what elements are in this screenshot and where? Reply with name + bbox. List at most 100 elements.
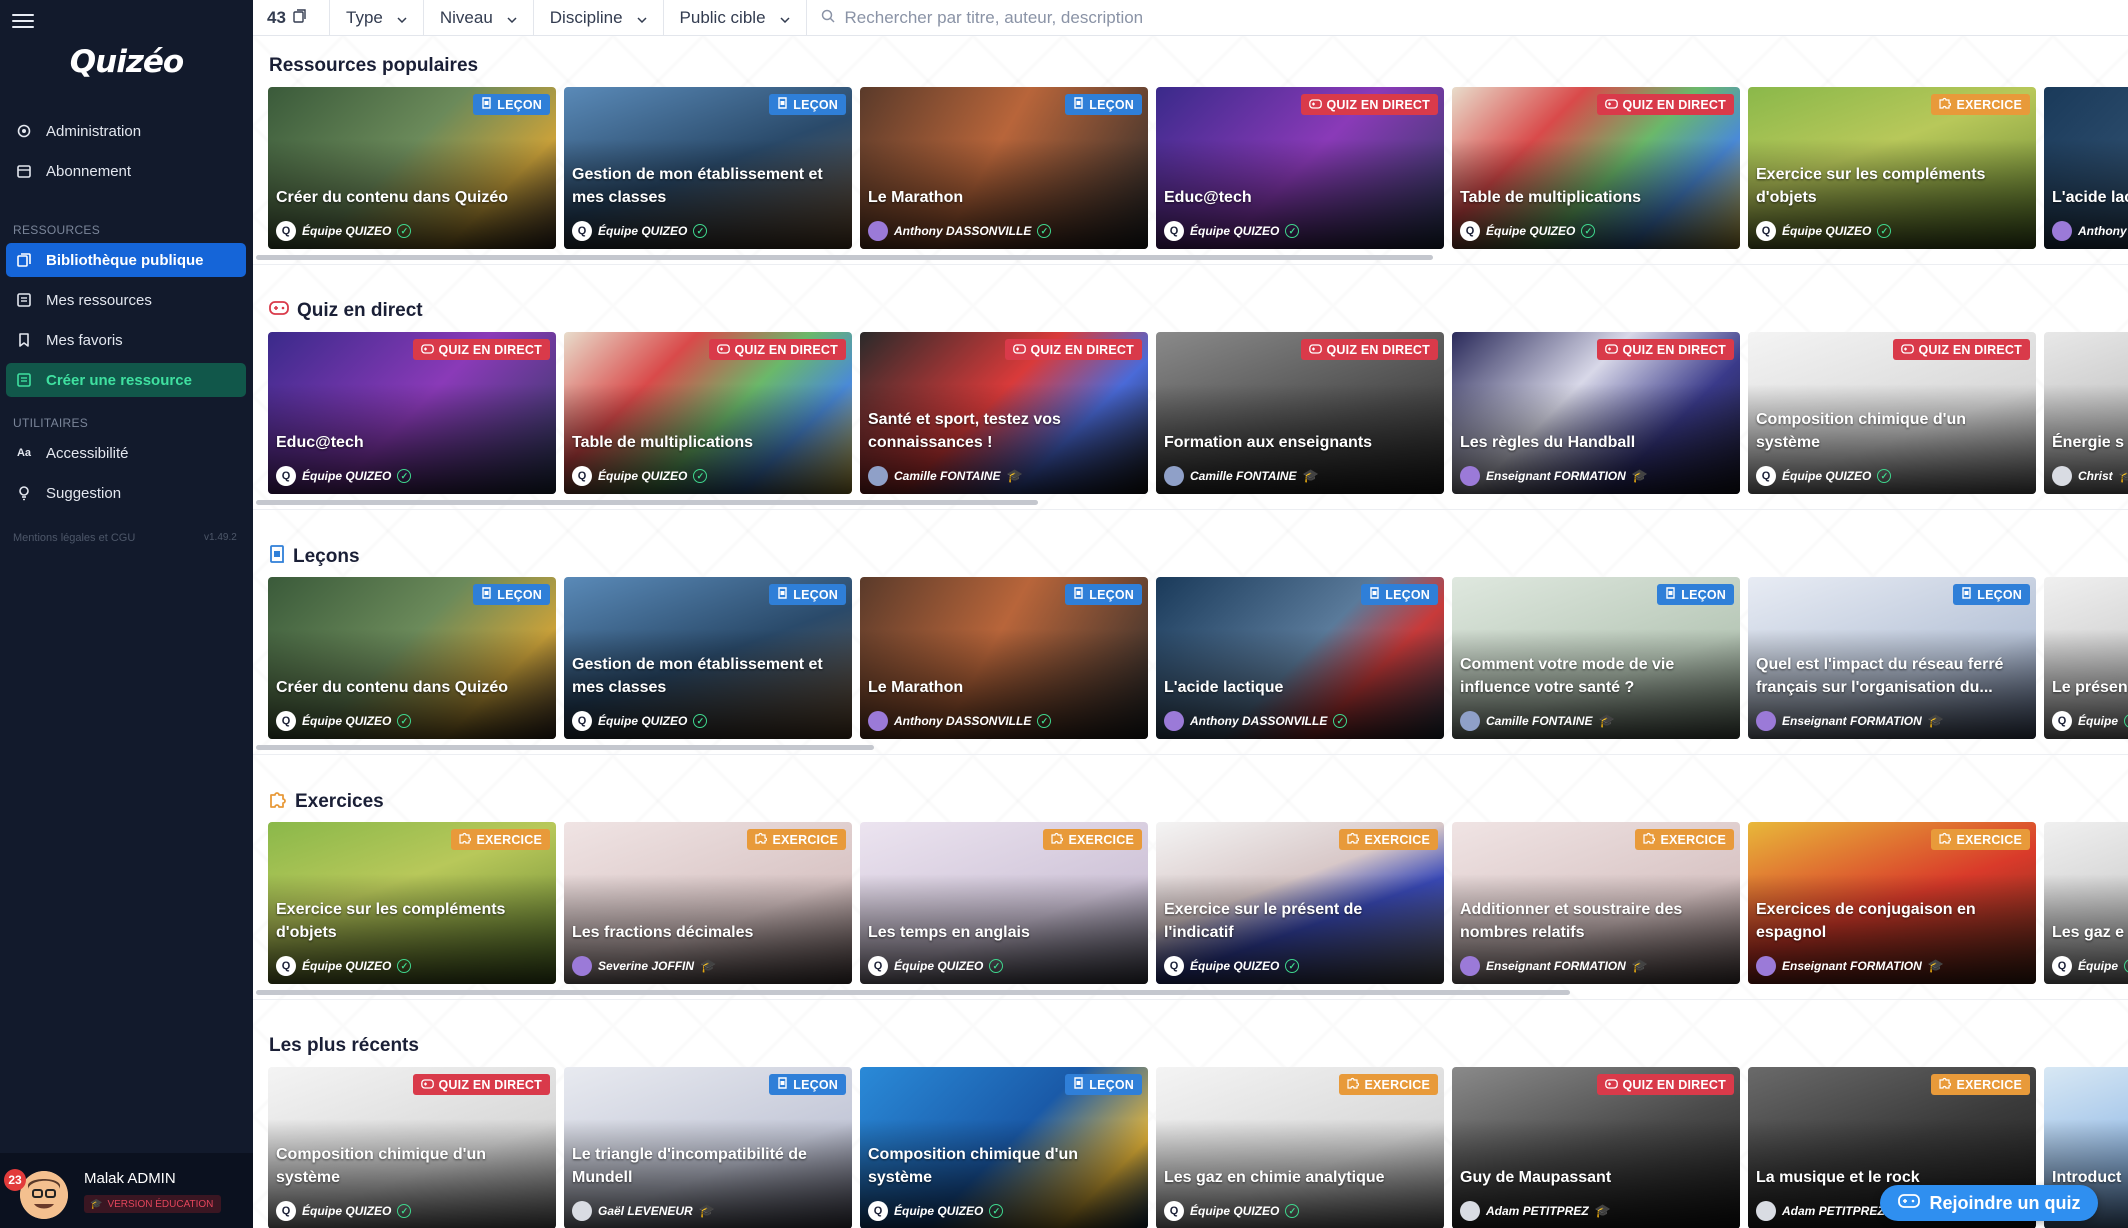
card-row[interactable]: QUIZ EN DIRECT Educ@tech Q Équipe QUIZEO ✓ QU…	[268, 332, 2128, 494]
type-badge-label: LEÇON	[793, 587, 838, 602]
user-profile[interactable]: 23 Malak ADMIN 🎓 VERSION ÉDUCATION	[0, 1153, 253, 1228]
resource-card[interactable]: LEÇON Le triangle d'incompatibilité de Mu…	[564, 1067, 852, 1228]
nav-administration[interactable]: Administration	[6, 114, 246, 148]
library-icon	[14, 250, 34, 270]
resource-card[interactable]: LEÇON Gestion de mon établissement et mes…	[564, 87, 852, 249]
resource-card[interactable]: LEÇONL'acide lactiqueAnthony DASSONVILLE…	[1156, 577, 1444, 739]
nav-creer-ressource[interactable]: Créer une ressource	[6, 363, 246, 397]
legal-link[interactable]: Mentions légales et CGU	[13, 532, 135, 544]
lesson-icon	[1073, 587, 1084, 602]
card-title: Table de multiplications	[572, 434, 754, 451]
search-input[interactable]: Rechercher par titre, auteur, descriptio…	[845, 8, 1144, 28]
card-row[interactable]: LEÇON Créer du contenu dans Quizéo Q Équipe…	[268, 577, 2128, 739]
type-badge: QUIZ EN DIRECT	[708, 339, 846, 360]
type-badge: QUIZ EN DIRECT	[1300, 339, 1438, 360]
type-badge-label: LEÇON	[497, 97, 542, 112]
filter-public-label: Public cible	[679, 7, 766, 27]
type-badge-label: EXERCICE	[1956, 1077, 2022, 1092]
gamepad-icon	[1900, 343, 1914, 357]
resource-card[interactable]: LEÇON Composition chimique d'un système Q É…	[860, 1067, 1148, 1228]
resource-card[interactable]: EXERCICE Les fractions décimales Severine …	[564, 822, 852, 984]
horizontal-scrollbar[interactable]	[256, 745, 874, 750]
nav-bibliotheque-publique[interactable]: Bibliothèque publique	[6, 243, 246, 277]
card-row[interactable]: EXERCICE Exercice sur les compléments d'o…	[268, 822, 2128, 984]
resource-card[interactable]: LEÇONLe présenQÉquipe✓	[2044, 577, 2128, 739]
nav-abonnement[interactable]: Abonnement	[6, 154, 246, 188]
author-name: Enseignant FORMATION	[1782, 959, 1922, 973]
horizontal-scrollbar[interactable]	[256, 500, 1038, 505]
resource-card[interactable]: LEÇON Le Marathon Anthony DASSONVILLE ✓	[860, 577, 1148, 739]
gamepad-icon	[1012, 343, 1026, 357]
section-title-text: Exercices	[295, 791, 384, 812]
chevron-down-icon	[637, 8, 647, 28]
resource-card[interactable]: EXERCICE Les gaz en chimie analytique Q Équ…	[1156, 1067, 1444, 1228]
resource-card[interactable]: LEÇON Quel est l'impact du réseau ferré f…	[1748, 577, 2036, 739]
resource-card[interactable]: LEÇON Le Marathon Anthony DASSONVILLE ✓	[860, 87, 1148, 249]
resource-card[interactable]: LEÇONL'acide lactiqueAnthony DASSONVILLE…	[2044, 87, 2128, 249]
type-badge: QUIZ EN DIRECT	[1596, 1074, 1734, 1095]
resource-card[interactable]: QUIZ EN DIRECT Table de multiplications Q É…	[564, 332, 852, 494]
resource-card[interactable]: EXERCICE Additionner et soustraire des no…	[1452, 822, 1740, 984]
filter-type[interactable]: Type	[330, 0, 424, 36]
horizontal-scrollbar[interactable]	[256, 255, 1433, 260]
type-badge-label: EXERCICE	[1956, 832, 2022, 847]
filter-discipline[interactable]: Discipline	[534, 0, 664, 36]
graduation-cap-icon: 🎓	[90, 1198, 103, 1210]
resource-card[interactable]: QUIZ EN DIRECT Composition chimique d'un …	[1748, 332, 2036, 494]
author-name: Camille FONTAINE	[1190, 469, 1297, 483]
search-bar[interactable]: Rechercher par titre, auteur, descriptio…	[807, 0, 2128, 36]
avatar[interactable]	[20, 1171, 68, 1219]
resource-card[interactable]: EXERCICELes gaz eQÉquipe✓	[2044, 822, 2128, 984]
create-icon	[14, 370, 34, 390]
resource-card[interactable]: QUIZ EN DIRECT Table de multiplications Q É…	[1452, 87, 1740, 249]
card-author: Anthony DASSONVILLE ✓	[868, 221, 1052, 241]
resource-card[interactable]: EXERCICE Exercices de conjugaison en espa…	[1748, 822, 2036, 984]
resource-card[interactable]: EXERCICE Exercice sur les compléments d'o…	[268, 822, 556, 984]
resource-card[interactable]: LEÇON Créer du contenu dans Quizéo Q Équipe…	[268, 87, 556, 249]
type-badge: LEÇON	[1065, 584, 1142, 605]
resource-card[interactable]: QUIZ EN DIRECT Composition chimique d'un …	[268, 1067, 556, 1228]
nav-suggestion[interactable]: Suggestion	[6, 476, 246, 510]
lesson-icon	[1369, 587, 1380, 602]
type-badge: EXERCICE	[1931, 94, 2030, 115]
author-name: Enseignant FORMATION	[1782, 714, 1922, 728]
card-row[interactable]: LEÇON Créer du contenu dans Quizéo Q Équipe…	[268, 87, 2128, 249]
resource-card[interactable]: QUIZ EN DIRECT Formation aux enseignants C…	[1156, 332, 1444, 494]
card-author: Christ 🎓	[2052, 466, 2128, 486]
card-title: Composition chimique d'un système	[276, 1146, 487, 1186]
verified-icon: ✓	[397, 224, 412, 238]
resource-card[interactable]: QUIZ EN DIRECT Les règles du Handball Ense…	[1452, 332, 1740, 494]
card-title: Exercices de conjugaison en espagnol	[1756, 901, 1976, 941]
app-logo[interactable]: Quizéo	[0, 44, 253, 80]
resource-card[interactable]: QUIZ EN DIRECT Santé et sport, testez vos…	[860, 332, 1148, 494]
nav-accessibilite[interactable]: Aa Accessibilité	[6, 436, 246, 470]
verified-icon: ✓	[397, 469, 412, 483]
type-badge-label: QUIZ EN DIRECT	[1326, 97, 1430, 112]
resource-card[interactable]: QUIZ EN DIRECT Educ@tech Q Équipe QUIZEO ✓	[1156, 87, 1444, 249]
resource-card[interactable]: LEÇON Comment votre mode de vie influence…	[1452, 577, 1740, 739]
verified-icon: ✓	[989, 959, 1004, 973]
resource-card[interactable]: LEÇON Créer du contenu dans Quizéo Q Équipe…	[268, 577, 556, 739]
main-content: Ressources populaires LEÇON Créer du cont…	[253, 36, 2128, 1228]
nav-mes-ressources[interactable]: Mes ressources	[6, 283, 246, 317]
horizontal-scrollbar[interactable]	[256, 990, 1570, 995]
resource-card[interactable]: EXERCICE Exercice sur les compléments d'o…	[1748, 87, 2036, 249]
resource-card[interactable]: QUIZ EN DIRECT Guy de Maupassant Adam PETI…	[1452, 1067, 1740, 1228]
resource-card[interactable]: QUIZ EN DIRECT Educ@tech Q Équipe QUIZEO ✓	[268, 332, 556, 494]
join-quiz-button[interactable]: Rejoindre un quiz	[1880, 1185, 2098, 1221]
type-badge-label: QUIZ EN DIRECT	[438, 1077, 542, 1092]
graduation-cap-icon: 🎓	[1302, 468, 1319, 483]
divider	[253, 264, 2128, 265]
resource-card[interactable]: EXERCICE Les temps en anglais Q Équipe QUIZ…	[860, 822, 1148, 984]
filter-public-cible[interactable]: Public cible	[664, 0, 807, 36]
resource-card[interactable]: QUIZ EN DIRECTÉnergie sChrist🎓	[2044, 332, 2128, 494]
puzzle-icon	[1939, 1077, 1952, 1092]
resource-card[interactable]: EXERCICE Exercice sur le présent de l'ind…	[1156, 822, 1444, 984]
nav-mes-favoris[interactable]: Mes favoris	[6, 323, 246, 357]
card-row[interactable]: QUIZ EN DIRECT Composition chimique d'un …	[268, 1067, 2128, 1228]
filter-niveau[interactable]: Niveau	[424, 0, 534, 36]
card-title: Les fractions décimales	[572, 924, 754, 941]
resource-card[interactable]: LEÇON Gestion de mon établissement et mes…	[564, 577, 852, 739]
menu-toggle-icon[interactable]	[12, 12, 34, 30]
avatar	[1460, 956, 1480, 976]
